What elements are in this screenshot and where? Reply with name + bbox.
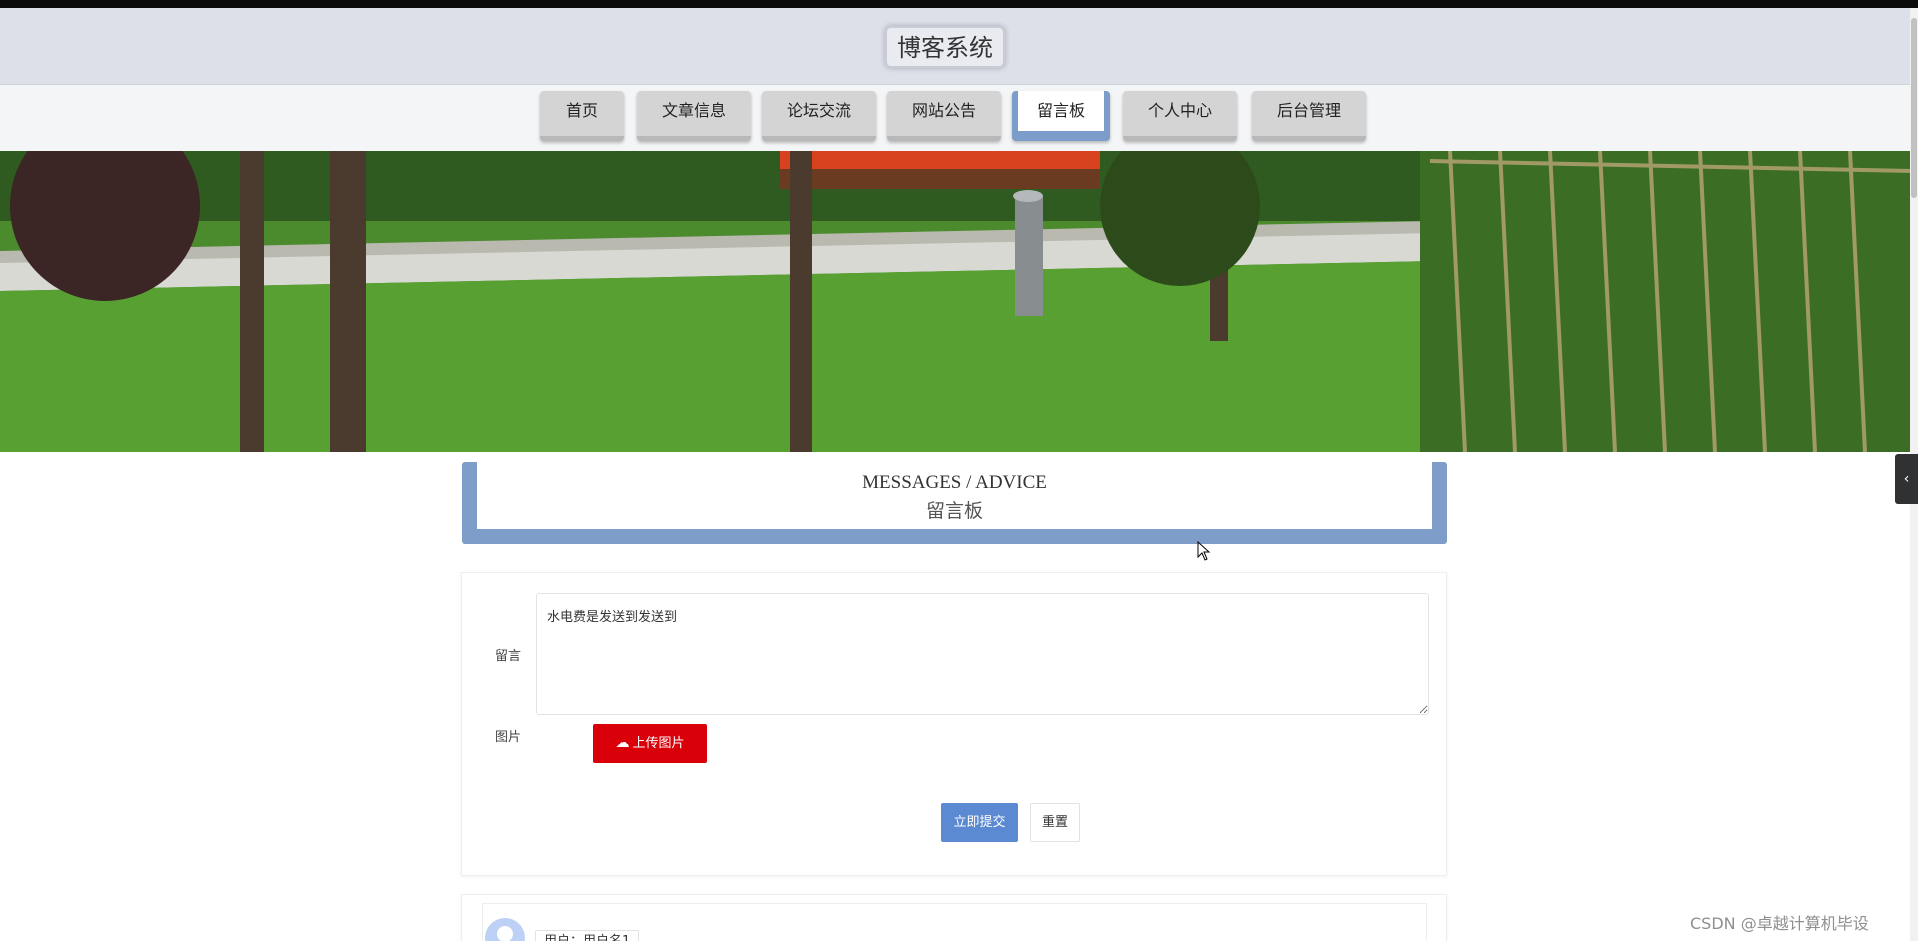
reset-button[interactable]: 重置 xyxy=(1030,803,1080,842)
cloud-upload-icon: ☁ xyxy=(615,735,630,751)
site-header: 博客系统 xyxy=(0,8,1910,85)
comment-username: 用户：用户名1 xyxy=(535,930,640,941)
side-panel-toggle[interactable]: ‹ xyxy=(1895,454,1918,504)
nav-item-label: 论坛交流 xyxy=(768,91,870,131)
page: 博客系统 首页 文章信息 论坛交流 网站公告 留言板 个人中心 后台管理 ‹ M… xyxy=(0,0,1918,941)
nav-item-articles[interactable]: 文章信息 xyxy=(637,91,751,141)
image-label: 图片 xyxy=(495,730,522,745)
avatar xyxy=(485,918,525,941)
site-title[interactable]: 博客系统 xyxy=(885,26,1005,68)
nav-item-message-board[interactable]: 留言板 xyxy=(1012,91,1110,141)
section-header-inner: MESSAGES / ADVICE 留言板 xyxy=(477,462,1432,529)
upload-image-button[interactable]: ☁ 上传图片 xyxy=(593,724,707,763)
top-window-bar xyxy=(0,0,1918,8)
comment-item: 用户：用户名1 xyxy=(482,903,1427,941)
nav-item-label: 网站公告 xyxy=(893,91,995,131)
nav-item-personal-center[interactable]: 个人中心 xyxy=(1123,91,1237,141)
section-title-zh: 留言板 xyxy=(925,501,983,522)
scrollbar-thumb[interactable] xyxy=(1911,18,1917,198)
submit-button[interactable]: 立即提交 xyxy=(941,803,1018,842)
nav-item-label: 文章信息 xyxy=(643,91,745,131)
section-header: MESSAGES / ADVICE 留言板 xyxy=(462,462,1447,544)
upload-button-label: 上传图片 xyxy=(632,736,685,751)
message-textarea[interactable]: 水电费是发送到发送到 xyxy=(536,593,1429,715)
message-label: 留言 xyxy=(495,649,522,664)
message-form: 留言 水电费是发送到发送到 图片 ☁ 上传图片 立即提交 重置 xyxy=(461,572,1447,876)
section-title-en: MESSAGES / ADVICE xyxy=(862,472,1047,493)
banner-carousel[interactable] xyxy=(0,151,1910,452)
mouse-cursor-icon xyxy=(1197,540,1211,565)
nav-item-label: 留言板 xyxy=(1018,91,1104,131)
main-nav: 首页 文章信息 论坛交流 网站公告 留言板 个人中心 后台管理 xyxy=(0,85,1910,151)
chevron-left-icon: ‹ xyxy=(1903,471,1910,487)
comment-list: 用户：用户名1 xyxy=(461,894,1447,941)
watermark: CSDN @卓越计算机毕设 xyxy=(1690,914,1869,933)
nav-item-home[interactable]: 首页 xyxy=(540,91,624,141)
nav-item-admin[interactable]: 后台管理 xyxy=(1252,91,1366,141)
banner-image xyxy=(0,151,1910,452)
nav-item-forum[interactable]: 论坛交流 xyxy=(762,91,876,141)
nav-item-label: 个人中心 xyxy=(1129,91,1231,131)
nav-item-label: 后台管理 xyxy=(1258,91,1360,131)
nav-item-announcements[interactable]: 网站公告 xyxy=(887,91,1001,141)
nav-item-label: 首页 xyxy=(546,91,618,131)
